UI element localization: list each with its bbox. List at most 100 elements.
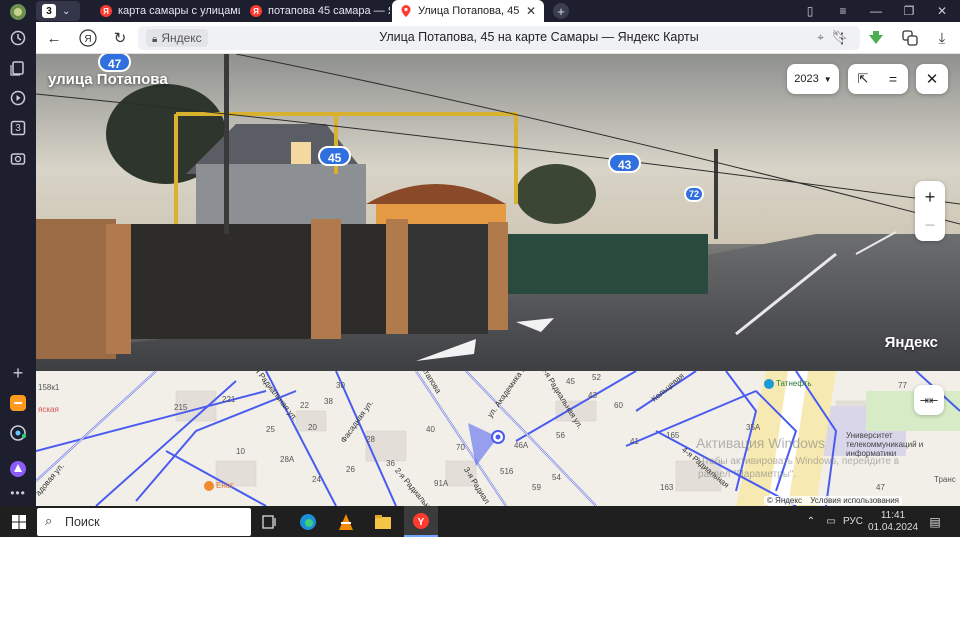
tab-counter-icon[interactable]: 3 <box>8 118 28 138</box>
expand-map-button[interactable]: ⇥⇤ <box>914 385 944 415</box>
menu-icon[interactable]: ≡ <box>827 0 859 22</box>
close-panorama-button[interactable]: ✕ <box>916 64 948 94</box>
location-icon[interactable]: ⌖ <box>817 30 824 45</box>
panorama-scene <box>36 54 960 371</box>
close-window-button[interactable]: ✕ <box>926 0 958 22</box>
yandex-browser-icon[interactable]: Y <box>404 506 438 537</box>
house-number: 28 <box>366 435 375 444</box>
mini-map[interactable]: Потапова 5-я Радиальная ул. 2-я Радиальн… <box>36 371 960 506</box>
notifications-icon[interactable]: ▤ <box>926 506 944 537</box>
poi-enot[interactable]: Енот <box>204 481 234 491</box>
house-number: 47 <box>876 483 885 492</box>
domain-label: Яндекс <box>161 31 202 45</box>
reload-button[interactable]: ↻ <box>110 28 130 48</box>
plus-icon: + <box>553 3 569 19</box>
house-number: 215 <box>174 403 188 412</box>
house-number-badge[interactable]: 47 <box>98 54 132 72</box>
tab-1[interactable]: Я потапова 45 самара — Ян <box>242 0 390 22</box>
house-number: 56 <box>556 431 565 440</box>
house-number: 10 <box>236 447 245 456</box>
house-number: 38 <box>324 397 333 406</box>
collections-icon[interactable] <box>8 58 28 78</box>
poi-label: Татнефть <box>776 379 812 389</box>
windows-taskbar: ⌕ Поиск Y ⌃ ▭ РУС 11:41 01.04.2024 ▤ <box>0 506 960 537</box>
downloads-icon[interactable]: ⤓ <box>932 28 952 48</box>
clock[interactable]: 11:41 01.04.2024 <box>866 506 920 537</box>
search-icon: ⌕ <box>45 513 53 528</box>
history-icon[interactable] <box>8 28 28 48</box>
house-number: 43 <box>588 391 597 400</box>
messenger-icon[interactable] <box>8 423 28 443</box>
house-number-badge[interactable]: 43 <box>608 153 642 173</box>
translate-icon[interactable] <box>900 28 920 48</box>
page-title: Улица Потапова, 45 на карте Самары — Янд… <box>379 30 699 44</box>
back-button[interactable]: ← <box>44 28 64 48</box>
tab-2[interactable]: Улица Потапова, 45 на ✕ <box>392 0 544 22</box>
task-view-icon[interactable] <box>255 510 285 534</box>
add-icon[interactable]: + <box>8 363 28 383</box>
house-number: 70 <box>456 443 465 452</box>
terms-link[interactable]: Условия использования <box>810 496 899 505</box>
house-number: 40 <box>426 425 435 434</box>
close-tab-icon[interactable]: ✕ <box>526 4 536 18</box>
show-hidden-icons[interactable]: ⌃ <box>804 506 818 537</box>
protect-icon[interactable] <box>866 28 886 48</box>
video-icon[interactable] <box>8 88 28 108</box>
language-indicator[interactable]: РУС <box>842 506 864 537</box>
zen-icon[interactable] <box>8 393 28 413</box>
screenshot-icon[interactable] <box>8 148 28 168</box>
copyright: © Яндекс <box>766 496 802 505</box>
tab-count-label: 3 <box>15 122 21 134</box>
profile-avatar[interactable] <box>8 2 28 22</box>
year-select[interactable]: 2023 ▼ <box>787 64 839 94</box>
house-number-badge[interactable]: 45 <box>318 146 352 166</box>
network-icon[interactable]: ▭ <box>824 506 838 537</box>
edge-icon[interactable] <box>293 510 323 534</box>
zoom-out-button[interactable]: − <box>925 211 936 239</box>
new-tab-button[interactable]: + <box>550 0 572 22</box>
windows-start-icon[interactable] <box>4 510 34 534</box>
svg-text:Я: Я <box>84 34 91 45</box>
domain-chip[interactable]: 🔒︎ Яндекс <box>146 29 208 47</box>
zoom-control: + − <box>915 181 945 241</box>
more-options-icon[interactable]: ⋮ <box>832 28 852 48</box>
house-number: 36 <box>386 459 395 468</box>
activation-subtitle: Чтобы активировать Windows, перейдите в … <box>698 456 900 480</box>
fuel-icon <box>764 379 774 389</box>
tab-title: Улица Потапова, 45 на <box>418 5 520 17</box>
yandex-icon: Я <box>100 5 112 17</box>
poi-label: Енот <box>216 481 234 491</box>
house-number: 221 <box>222 395 236 404</box>
yandex-icon: Я <box>250 5 262 17</box>
house-number: 516 <box>500 467 514 476</box>
collapse-icon[interactable]: = <box>878 71 908 87</box>
poi-university[interactable]: Университет телекоммуникаций и информати… <box>846 431 936 458</box>
bookmarks-panel-icon[interactable]: ▯ <box>794 0 826 22</box>
vlc-icon[interactable] <box>331 510 361 534</box>
house-number: 165 <box>666 431 680 440</box>
map-edge-label: Транс <box>934 475 956 484</box>
house-number: 77 <box>898 381 907 390</box>
zoom-in-button[interactable]: + <box>925 183 936 211</box>
url-field[interactable]: 🔒︎ Яндекс Улица Потапова, 45 на карте Сам… <box>138 26 860 50</box>
minimize-button[interactable]: — <box>860 0 892 22</box>
open-external-icon[interactable]: ⇱ <box>848 71 878 87</box>
house-number: 41 <box>630 437 639 446</box>
tab-0[interactable]: Я карта самары с улицами <box>92 0 240 22</box>
house-number: 26 <box>346 465 355 474</box>
more-icon[interactable]: ••• <box>8 483 28 503</box>
poi-tatneft[interactable]: Татнефть <box>764 379 812 389</box>
tab-group-button[interactable]: 3 ⌄ <box>36 1 80 21</box>
house-number: 22 <box>300 401 309 410</box>
chevron-down-icon: ▼ <box>823 74 832 84</box>
map-footer: © Яндекс Условия использования <box>763 496 902 505</box>
year-value: 2023 <box>794 73 819 85</box>
tab-strip: 3 ⌄ Я карта самары с улицами Я потапова … <box>36 0 960 22</box>
street-view-panorama[interactable]: улица Потапова 47 45 43 72 2023 ▼ ⇱ = ✕ … <box>36 54 960 371</box>
house-number-badge[interactable]: 72 <box>684 186 705 202</box>
taskbar-search[interactable]: ⌕ Поиск <box>37 508 251 536</box>
yandex-home-button[interactable]: Я <box>78 28 98 48</box>
file-explorer-icon[interactable] <box>368 510 398 534</box>
alice-icon[interactable] <box>8 459 28 479</box>
maximize-button[interactable]: ❐ <box>893 0 925 22</box>
